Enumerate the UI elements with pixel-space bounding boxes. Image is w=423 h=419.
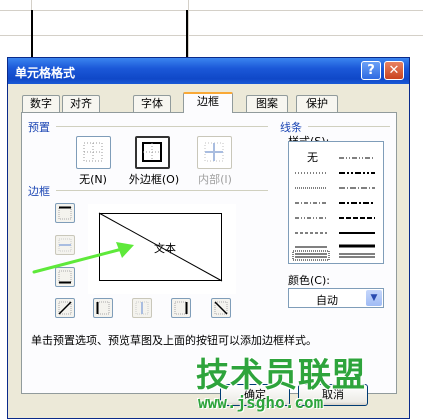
preset-none-label: 无(N) [79,173,107,186]
dialog-title: 单元格格式 [15,66,76,80]
divider [56,126,268,127]
tab-number[interactable]: 数字 [22,95,60,112]
preset-inside-label: 内部(I) [198,173,232,186]
divider [308,126,390,127]
tab-font[interactable]: 字体 [133,95,171,112]
preset-inside-button [197,136,232,169]
line-color-select[interactable]: 自动 ▼ [288,288,384,308]
hint-text: 单击预置选项、预览草图及上面的按钮可以添加边框样式。 [31,334,317,347]
tab-border[interactable]: 边框 [183,92,233,113]
border-left-icon [96,301,110,315]
border-left-button[interactable] [93,298,113,318]
title-bar[interactable]: 单元格格式 ? ✕ [8,58,409,84]
border-inside-vertical-icon [135,301,149,315]
preset-inside-icon [204,142,224,162]
preview-text: 文本 [154,242,176,255]
border-diagonal-down-button[interactable] [211,298,231,318]
border-top-icon [58,206,72,220]
border-inside-vertical-button [132,298,152,318]
border-diagonal-up-button[interactable] [55,298,75,318]
diagonal-up-icon [58,301,72,315]
line-color-label: 颜色(C): [288,274,330,287]
watermark-url: www.jsgho.com [198,393,324,412]
annotation-arrow [32,242,134,274]
chevron-down-icon[interactable]: ▼ [366,290,382,306]
selected-cell-outline [31,10,188,60]
border-right-button[interactable] [171,298,191,318]
watermark-logo-text: 技术员联盟 [196,355,366,394]
presets-group-label: 预置 [28,121,50,134]
preset-none-icon [83,142,103,162]
divider [56,190,268,191]
close-button[interactable]: ✕ [384,61,404,80]
border-top-button[interactable] [55,203,75,223]
preset-none-button[interactable] [76,136,111,169]
preset-outline-icon [142,142,162,162]
preset-outline-button[interactable] [135,136,170,169]
help-button[interactable]: ? [361,61,381,80]
line-color-value: 自动 [316,294,338,307]
line-style-swatches [292,157,375,261]
border-right-icon [174,301,188,315]
border-group-label: 边框 [28,185,50,198]
diagonal-down-icon [214,301,228,315]
tab-patterns[interactable]: 图案 [246,95,288,112]
line-style-list[interactable]: 无 [288,141,384,264]
tab-alignment[interactable]: 对齐 [62,95,100,112]
preset-outline-label: 外边框(O) [128,173,180,186]
tab-protection[interactable]: 保护 [296,95,338,112]
